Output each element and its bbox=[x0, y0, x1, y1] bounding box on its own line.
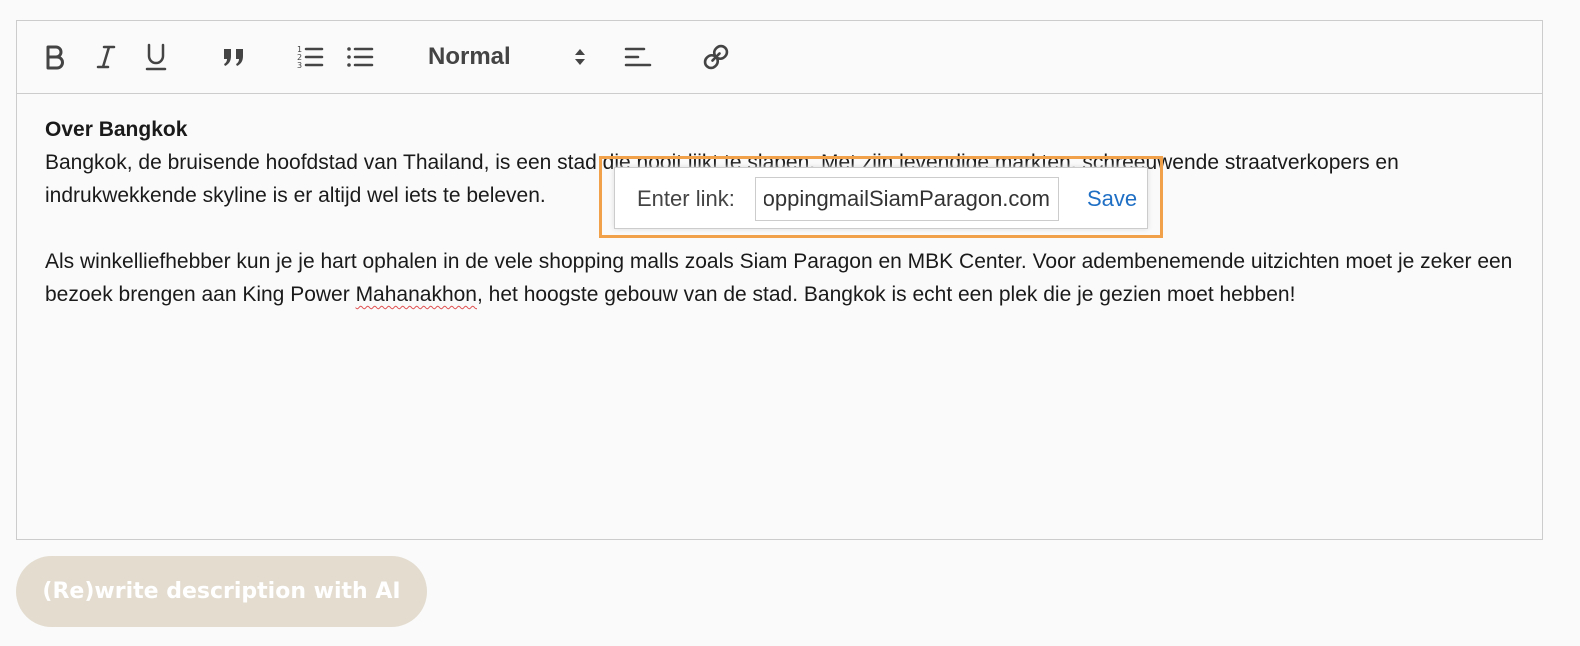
content-paragraph: Als winkelliefhebber kun je je hart opha… bbox=[45, 245, 1522, 311]
link-save-button[interactable]: Save bbox=[1087, 186, 1137, 212]
bullet-list-icon bbox=[347, 47, 374, 67]
svg-text:3: 3 bbox=[297, 61, 302, 70]
content-heading: Over Bangkok bbox=[45, 118, 188, 141]
editor-toolbar: 1 2 3 Normal bbox=[17, 21, 1542, 94]
bullet-list-button[interactable] bbox=[343, 40, 377, 74]
updown-chevron-icon bbox=[575, 49, 585, 65]
ordered-list-button[interactable]: 1 2 3 bbox=[293, 40, 327, 74]
bold-button[interactable] bbox=[38, 40, 72, 74]
italic-icon bbox=[96, 45, 116, 69]
link-button[interactable] bbox=[699, 40, 733, 74]
align-left-icon bbox=[624, 47, 652, 67]
ordered-list-icon: 1 2 3 bbox=[297, 45, 324, 70]
link-tooltip: Enter link: Save bbox=[614, 167, 1148, 229]
link-url-input[interactable] bbox=[755, 177, 1059, 221]
rich-text-editor: 1 2 3 Normal Over Bangkok Bangkok, de br… bbox=[16, 20, 1543, 540]
rewrite-with-ai-button[interactable]: (Re)write description with AI bbox=[16, 556, 427, 627]
header-format-select[interactable]: Normal bbox=[427, 40, 587, 74]
underline-button[interactable] bbox=[139, 40, 173, 74]
link-tooltip-highlight: Enter link: Save bbox=[599, 156, 1163, 238]
align-button[interactable] bbox=[621, 40, 655, 74]
link-tooltip-label: Enter link: bbox=[637, 186, 735, 211]
content-text: , het hoogste gebouw van de stad. Bangko… bbox=[477, 283, 1296, 306]
italic-button[interactable] bbox=[89, 40, 123, 74]
underline-icon bbox=[145, 43, 167, 71]
quote-icon bbox=[224, 49, 243, 66]
header-format-value: Normal bbox=[428, 43, 511, 70]
blockquote-button[interactable] bbox=[217, 40, 251, 74]
bold-icon bbox=[46, 45, 64, 70]
misspelled-word: Mahanakhon bbox=[355, 283, 477, 306]
link-icon bbox=[703, 44, 729, 70]
